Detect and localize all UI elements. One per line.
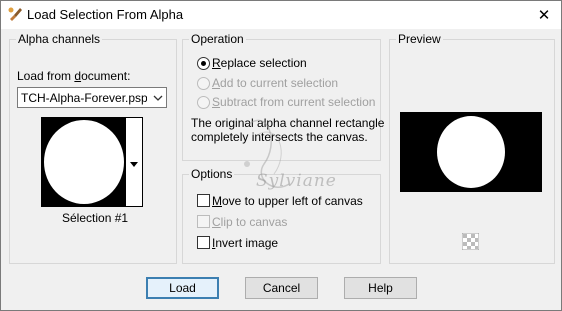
paint-brush-icon — [7, 6, 23, 22]
options-legend: Options — [189, 167, 235, 181]
help-button-label: Help — [368, 281, 393, 295]
document-select-value: TCH-Alpha-Forever.pspimage — [21, 91, 147, 105]
load-from-document-label: Load from document: — [17, 69, 131, 83]
dialog-body: Alpha channels Load from document: TCH-A… — [1, 29, 561, 310]
window-title: Load Selection From Alpha — [27, 7, 184, 22]
cancel-button-label: Cancel — [262, 281, 301, 295]
selection-name: Sélection #1 — [62, 211, 129, 225]
add-to-selection-radio[interactable] — [197, 77, 210, 90]
chevron-down-icon — [130, 156, 138, 170]
help-button[interactable]: Help — [344, 277, 417, 299]
cancel-button[interactable]: Cancel — [245, 277, 318, 299]
load-button-label: Load — [169, 281, 196, 295]
operation-legend: Operation — [189, 32, 246, 46]
invert-image-checkbox[interactable] — [197, 236, 210, 249]
operation-message-line-2: completely intersects the canvas. — [191, 130, 368, 144]
preview-legend: Preview — [396, 32, 443, 46]
dialog-window: Load Selection From Alpha ✕ Alpha channe… — [0, 0, 562, 311]
alpha-channels-legend: Alpha channels — [16, 32, 103, 46]
transparency-checker-icon[interactable] — [461, 232, 480, 251]
title-bar[interactable]: Load Selection From Alpha ✕ — [1, 1, 561, 29]
thumbnail-dropdown-button[interactable] — [125, 117, 143, 207]
replace-selection-radio[interactable] — [197, 57, 210, 70]
move-to-upper-left-label[interactable]: Move to upper left of canvas — [212, 194, 363, 208]
load-button[interactable]: Load — [146, 277, 219, 299]
subtract-from-selection-radio[interactable] — [197, 96, 210, 109]
preview-image — [400, 112, 542, 192]
watermark-text: Sylviane — [256, 171, 337, 191]
chevron-down-icon[interactable] — [153, 92, 163, 106]
invert-image-label[interactable]: Invert image — [212, 236, 278, 250]
clip-to-canvas-checkbox[interactable] — [197, 215, 210, 228]
move-to-upper-left-checkbox[interactable] — [197, 194, 210, 207]
replace-selection-label[interactable]: Replace selection — [212, 56, 307, 70]
clip-to-canvas-label[interactable]: Clip to canvas — [212, 215, 287, 229]
operation-message-line-1: The original alpha channel rectangle — [191, 116, 385, 130]
close-button[interactable]: ✕ — [527, 1, 561, 29]
add-to-selection-label[interactable]: Add to current selection — [212, 76, 338, 90]
subtract-from-selection-label[interactable]: Subtract from current selection — [212, 95, 375, 109]
document-select[interactable]: TCH-Alpha-Forever.pspimage — [17, 87, 167, 108]
close-icon: ✕ — [537, 7, 551, 24]
